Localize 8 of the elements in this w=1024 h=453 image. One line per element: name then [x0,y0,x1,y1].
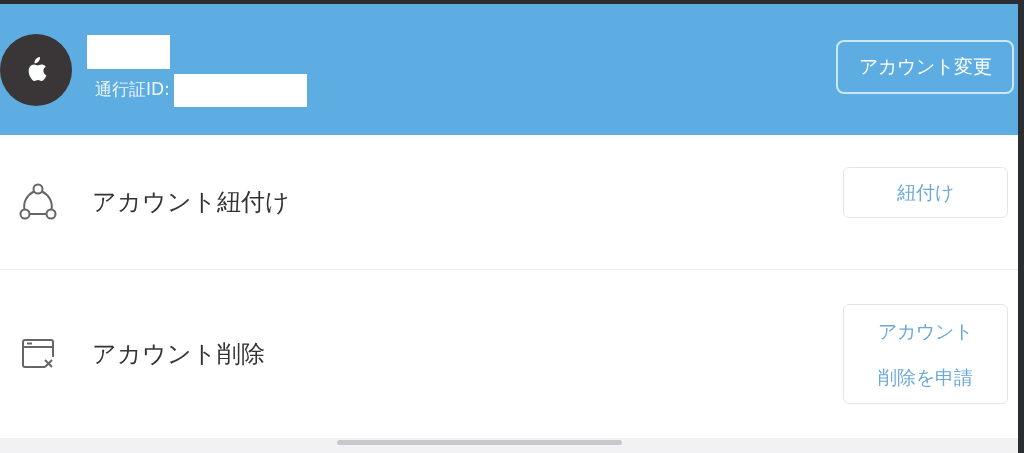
link-button[interactable]: 紐付け [843,166,1008,218]
request-deletion-button[interactable]: アカウント削除を申請 [843,304,1008,404]
nodes-icon [19,183,57,221]
window-close-icon [21,338,55,370]
row-label: アカウント紐付け [92,187,291,218]
account-change-button[interactable]: アカウント変更 [836,39,1014,94]
pass-id-label: 通行証ID: [95,78,170,102]
row-label: アカウント削除 [92,339,266,370]
